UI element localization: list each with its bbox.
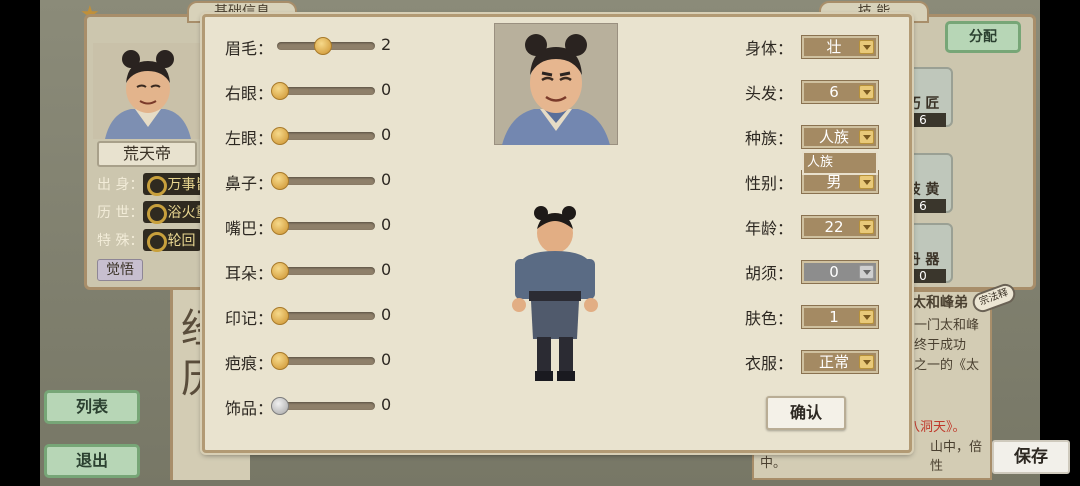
- origin-label: 出 身：: [97, 177, 144, 193]
- history-row: 历 世： 浴火重: [97, 201, 216, 224]
- slider-value: 0: [381, 125, 392, 144]
- chevron-down-icon[interactable]: [859, 310, 874, 324]
- save-button[interactable]: 保存: [992, 440, 1070, 474]
- select-label: 衣服：: [745, 354, 794, 373]
- slider-value: 2: [381, 35, 392, 54]
- chevron-down-icon[interactable]: [859, 130, 874, 144]
- chevron-down-icon[interactable]: [859, 220, 874, 234]
- select-box[interactable]: 壮: [801, 35, 879, 59]
- slider-value: 0: [381, 260, 392, 279]
- awaken-button[interactable]: 觉悟: [97, 259, 143, 281]
- slider-knob[interactable]: [271, 217, 289, 235]
- chevron-down-icon[interactable]: [859, 355, 874, 369]
- character-name: 荒天帝: [97, 141, 197, 167]
- select-value: 男: [826, 173, 842, 191]
- select-box[interactable]: 人族: [801, 125, 879, 149]
- slider-knob[interactable]: [271, 172, 289, 190]
- slider-label: 疤痕：: [225, 354, 274, 373]
- slider-track[interactable]: [277, 222, 375, 230]
- select-label: 年龄：: [745, 219, 794, 238]
- face-preview-portrait: [494, 23, 618, 145]
- select-value: 正常: [818, 353, 849, 371]
- select-value: 人族: [818, 128, 849, 146]
- slider-track[interactable]: [277, 402, 375, 410]
- slider-knob[interactable]: [271, 82, 289, 100]
- select-value: 壮: [826, 38, 842, 56]
- select-box[interactable]: 1: [801, 305, 879, 329]
- select-label: 身体：: [745, 39, 794, 58]
- slider-value: 0: [381, 215, 392, 234]
- character-portrait: [93, 43, 203, 139]
- slider-label: 饰品：: [225, 399, 274, 418]
- story-line: 一门太和峰: [914, 318, 980, 333]
- slider-label: 印记：: [225, 309, 274, 328]
- chevron-down-icon[interactable]: [859, 85, 874, 99]
- confirm-button[interactable]: 确认: [766, 396, 846, 430]
- story-lines: 一门太和峰 终于成功 之一的《太: [914, 316, 979, 376]
- story-line: 终于成功: [914, 338, 967, 353]
- story-line: 山中，倍性: [930, 440, 983, 474]
- slider-knob[interactable]: [271, 262, 289, 280]
- slider-knob[interactable]: [271, 352, 289, 370]
- slider-track[interactable]: [277, 357, 375, 365]
- history-label: 历 世：: [97, 205, 144, 221]
- slider-label: 右眼：: [225, 84, 274, 103]
- chevron-down-icon[interactable]: [859, 175, 874, 189]
- slider-value: 0: [381, 170, 392, 189]
- slider-track[interactable]: [277, 87, 375, 95]
- assign-button[interactable]: 分配: [945, 21, 1021, 53]
- select-value: 0: [829, 263, 839, 281]
- chevron-down-icon[interactable]: [859, 40, 874, 54]
- slider-label: 嘴巴：: [225, 219, 274, 238]
- slider-track[interactable]: [277, 312, 375, 320]
- chevron-down-icon[interactable]: [859, 265, 874, 279]
- slider-track[interactable]: [277, 267, 375, 275]
- select-box[interactable]: 0: [801, 260, 879, 284]
- select-box[interactable]: 22: [801, 215, 879, 239]
- special-value[interactable]: 轮回: [143, 229, 202, 252]
- story-line: 之一的《太: [914, 358, 980, 373]
- special-row: 特 殊： 轮回: [97, 229, 202, 252]
- list-button[interactable]: 列表: [44, 390, 140, 424]
- slider-label: 眉毛：: [225, 39, 274, 58]
- select-label: 肤色：: [745, 309, 794, 328]
- select-value: 1: [829, 308, 839, 326]
- left-letterbox: [0, 0, 40, 486]
- right-letterbox: [1040, 0, 1080, 486]
- origin-row: 出 身： 万事皆: [97, 173, 216, 196]
- slider-value: 0: [381, 305, 392, 324]
- slider-value: 0: [381, 350, 392, 369]
- select-box[interactable]: 6: [801, 80, 879, 104]
- slider-knob[interactable]: [271, 307, 289, 325]
- select-value: 22: [824, 218, 844, 236]
- slider-label: 左眼：: [225, 129, 274, 148]
- select-label: 性别：: [745, 174, 794, 193]
- slider-label: 鼻子：: [225, 174, 274, 193]
- story-footer: 中。: [760, 456, 787, 471]
- appearance-dialog: 眉毛： 2 右眼： 0 左眼： 0 鼻子： 0 嘴巴： 0 耳朵： 0 印记： 0 疤痕： 0 饰品： 0: [202, 14, 912, 453]
- slider-value: 0: [381, 80, 392, 99]
- select-label: 头发：: [745, 84, 794, 103]
- select-label: 种族：: [745, 129, 794, 148]
- slider-label: 耳朵：: [225, 264, 274, 283]
- select-value: 6: [829, 83, 839, 101]
- select-box[interactable]: 正常: [801, 350, 879, 374]
- slider-knob[interactable]: [314, 37, 332, 55]
- slider-knob[interactable]: [271, 127, 289, 145]
- body-preview-figure: [512, 206, 598, 381]
- slider-knob[interactable]: [271, 397, 289, 415]
- race-dropdown-option[interactable]: 人族: [802, 151, 878, 175]
- slider-track[interactable]: [277, 132, 375, 140]
- special-label: 特 殊：: [97, 233, 144, 249]
- exit-button[interactable]: 退出: [44, 444, 140, 478]
- slider-track[interactable]: [277, 177, 375, 185]
- story-title: 太和峰弟: [912, 295, 968, 311]
- slider-value: 0: [381, 395, 392, 414]
- select-label: 胡须：: [745, 264, 794, 283]
